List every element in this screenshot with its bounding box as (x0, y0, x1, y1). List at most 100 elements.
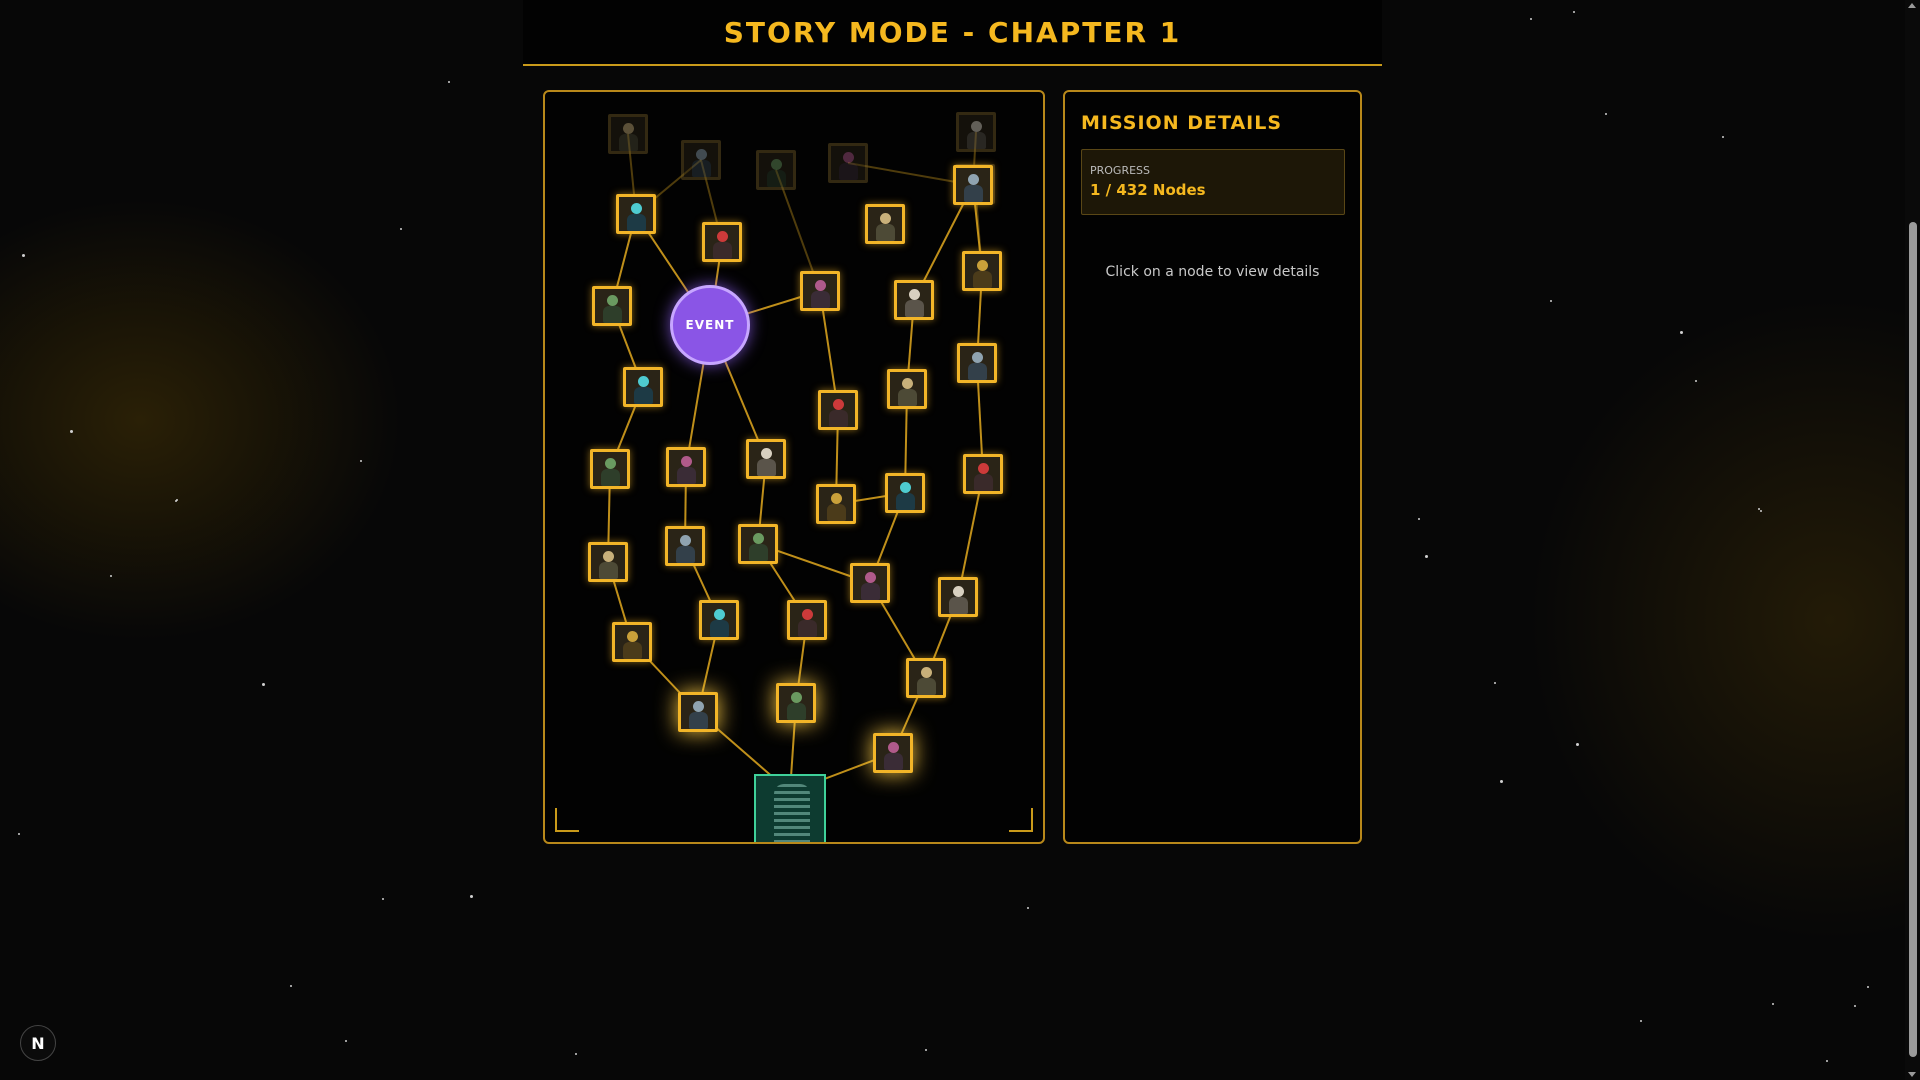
star (1605, 113, 1607, 115)
n-logo-icon: N (31, 1033, 45, 1053)
character-body-icon (603, 306, 622, 323)
progress-value: 1 / 432 Nodes (1090, 181, 1206, 199)
star (1494, 682, 1496, 684)
character-body-icon (829, 410, 848, 427)
character-body-icon (710, 620, 729, 637)
mission-node[interactable] (756, 150, 796, 190)
mission-node[interactable] (608, 114, 648, 154)
character-body-icon (884, 753, 903, 770)
character-body-icon (876, 224, 895, 241)
mission-node[interactable] (906, 658, 946, 698)
mission-node[interactable] (938, 577, 978, 617)
details-hint: Click on a node to view details (1105, 264, 1320, 280)
star (1500, 780, 1503, 783)
mission-node[interactable] (588, 542, 628, 582)
corner-bracket-right (1009, 808, 1033, 832)
mission-node[interactable] (865, 204, 905, 244)
star (1772, 1003, 1774, 1005)
scroll-up-icon[interactable] (1908, 3, 1916, 8)
mission-node[interactable] (776, 683, 816, 723)
mission-node[interactable] (873, 733, 913, 773)
skeleton-figure-icon (774, 784, 810, 842)
corner-bracket-left (555, 808, 579, 832)
page-scrollbar[interactable] (1905, 0, 1920, 1080)
scroll-thumb[interactable] (1909, 222, 1917, 1057)
character-portrait-icon (831, 493, 842, 504)
mission-node[interactable] (681, 140, 721, 180)
character-body-icon (689, 712, 708, 729)
mission-node[interactable] (850, 563, 890, 603)
mission-node[interactable] (590, 449, 630, 489)
star (1027, 907, 1029, 909)
details-title: MISSION DETAILS (1081, 112, 1283, 134)
character-portrait-icon (638, 376, 649, 387)
star (1530, 18, 1532, 20)
mission-node[interactable] (957, 343, 997, 383)
character-portrait-icon (717, 231, 728, 242)
mission-node[interactable] (746, 439, 786, 479)
star (1576, 743, 1579, 746)
character-body-icon (896, 493, 915, 510)
character-body-icon (861, 583, 880, 600)
character-body-icon (601, 469, 620, 486)
mission-node[interactable] (962, 251, 1002, 291)
scroll-down-icon[interactable] (1908, 1072, 1916, 1077)
mission-node[interactable] (702, 222, 742, 262)
star (345, 1040, 347, 1042)
character-body-icon (949, 597, 968, 614)
mission-node[interactable] (800, 271, 840, 311)
start-node-current[interactable] (754, 774, 826, 842)
character-portrait-icon (865, 572, 876, 583)
mission-node[interactable] (956, 112, 996, 152)
character-body-icon (967, 132, 986, 149)
character-portrait-icon (761, 448, 772, 459)
character-portrait-icon (888, 742, 899, 753)
mission-node[interactable] (623, 367, 663, 407)
star (1722, 136, 1724, 138)
star (1867, 986, 1869, 988)
mission-node[interactable] (666, 447, 706, 487)
mission-node[interactable] (616, 194, 656, 234)
mission-node[interactable] (787, 600, 827, 640)
mission-node[interactable] (816, 484, 856, 524)
character-portrait-icon (607, 295, 618, 306)
mission-node[interactable] (887, 369, 927, 409)
character-body-icon (767, 170, 786, 187)
character-portrait-icon (714, 609, 725, 620)
character-portrait-icon (681, 456, 692, 467)
mission-node[interactable] (699, 600, 739, 640)
mission-node[interactable] (828, 143, 868, 183)
page-header: STORY MODE - CHAPTER 1 (523, 0, 1382, 66)
star (1758, 508, 1760, 510)
mission-node[interactable] (885, 473, 925, 513)
character-body-icon (692, 160, 711, 177)
mission-node[interactable] (738, 524, 778, 564)
star (1640, 1020, 1642, 1022)
star (1680, 331, 1683, 334)
mission-node[interactable] (894, 280, 934, 320)
character-portrait-icon (921, 667, 932, 678)
star (1418, 518, 1420, 520)
star (1826, 1060, 1828, 1062)
mission-node[interactable] (963, 454, 1003, 494)
mission-node[interactable] (678, 692, 718, 732)
mission-node[interactable] (818, 390, 858, 430)
n-logo-badge[interactable]: N (20, 1025, 56, 1061)
character-body-icon (749, 544, 768, 561)
mission-node[interactable] (953, 165, 993, 205)
character-body-icon (839, 163, 858, 180)
mission-node[interactable] (592, 286, 632, 326)
character-body-icon (964, 185, 983, 202)
mission-node[interactable] (612, 622, 652, 662)
event-node[interactable]: EVENT (670, 285, 750, 365)
character-portrait-icon (977, 260, 988, 271)
mission-node[interactable] (665, 526, 705, 566)
star (1760, 510, 1762, 512)
character-portrait-icon (753, 533, 764, 544)
character-body-icon (974, 474, 993, 491)
story-map-panel[interactable]: EVENT (543, 90, 1045, 844)
star (290, 985, 292, 987)
progress-box: PROGRESS 1 / 432 Nodes (1081, 149, 1345, 215)
character-portrait-icon (833, 399, 844, 410)
character-portrait-icon (631, 203, 642, 214)
